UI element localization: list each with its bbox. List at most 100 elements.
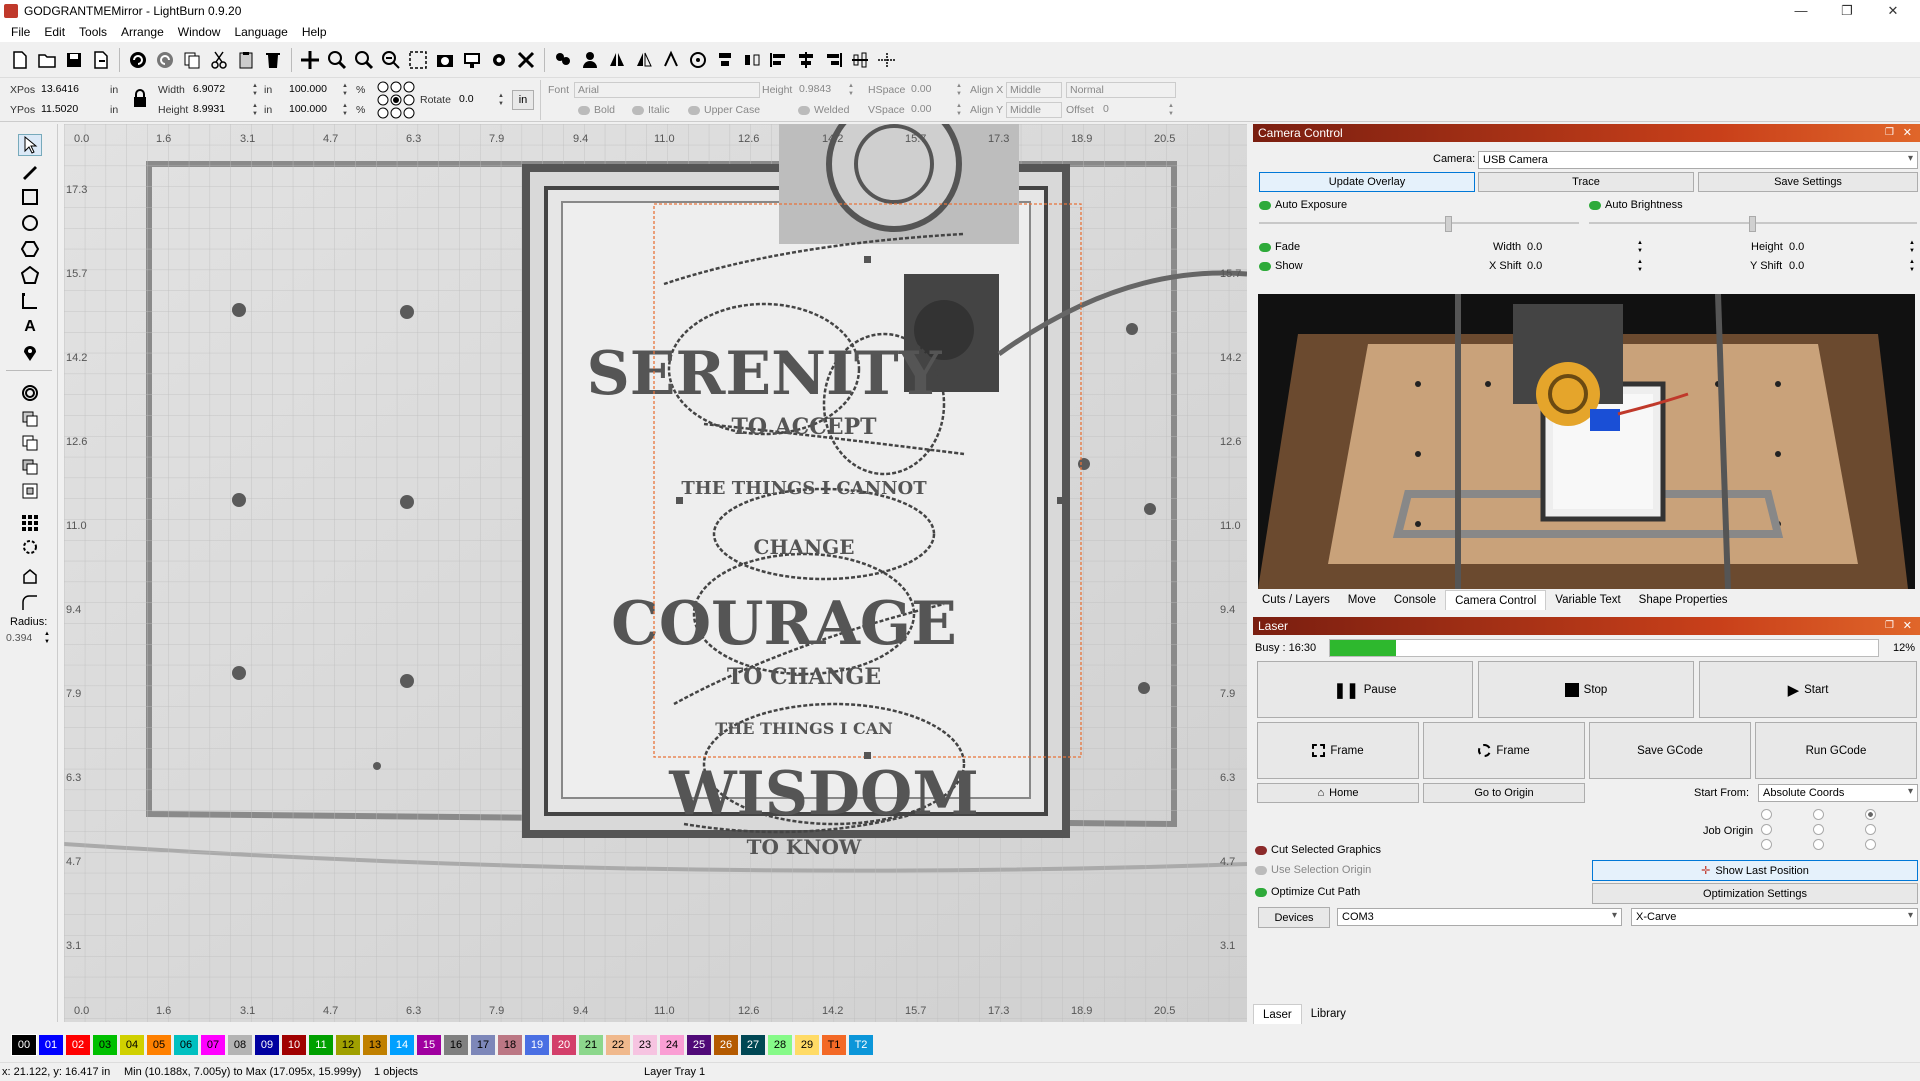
home-button[interactable]: ⌂ Home [1257,783,1419,803]
layer-swatch-13[interactable]: 13 [363,1035,387,1055]
zoom-out-icon[interactable] [352,48,376,72]
export-icon[interactable] [89,48,113,72]
hspace-spinner[interactable]: ▲ ▼ [954,82,964,98]
distribute-horizontal-icon[interactable] [875,48,899,72]
layer-swatch-24[interactable]: 24 [660,1035,684,1055]
layer-swatch-18[interactable]: 18 [498,1035,522,1055]
origin-radio-ml[interactable] [1761,824,1772,835]
flip-horizontal-icon[interactable] [605,48,629,72]
menu-window[interactable]: Window [171,25,228,39]
auto-brightness-toggle[interactable]: Auto Brightness [1589,199,1683,211]
vspace-spinner[interactable]: ▲ ▼ [954,102,964,118]
cut-selected-toggle[interactable]: Cut Selected Graphics [1255,844,1381,856]
layer-swatch-05[interactable]: 05 [147,1035,171,1055]
run-gcode-button[interactable]: Run GCode [1755,722,1917,779]
layer-swatch-27[interactable]: 27 [741,1035,765,1055]
layer-swatch-11[interactable]: 11 [309,1035,333,1055]
tab-shape-properties[interactable]: Shape Properties [1630,590,1737,610]
trace-button[interactable]: Trace [1478,172,1694,192]
show-last-position-button[interactable]: ✛ Show Last Position [1592,860,1918,881]
layer-swatch-08[interactable]: 08 [228,1035,252,1055]
exposure-slider[interactable] [1259,222,1579,224]
tabs-tool-icon[interactable] [18,566,42,588]
radius-spinner[interactable]: ▲ ▼ [44,630,50,646]
auto-exposure-toggle[interactable]: Auto Exposure [1259,199,1347,211]
font-select[interactable]: Arial [574,82,760,98]
height-spinner[interactable]: ▲ ▼ [250,102,260,118]
offset-input[interactable]: 0 [1100,102,1166,118]
overlay-height-spinner[interactable]: ▲ ▼ [1909,239,1915,255]
port-select[interactable]: COM3 [1337,908,1622,926]
tab-camera-control[interactable]: Camera Control [1445,590,1547,610]
upper-case-toggle[interactable]: Upper Case [688,104,760,116]
boolean-subtract-icon[interactable] [18,456,42,478]
scale-width-spinner[interactable]: ▲ ▼ [340,82,350,98]
save-icon[interactable] [62,48,86,72]
frame-button[interactable]: Frame [1257,722,1419,779]
undo-icon[interactable] [126,48,150,72]
weld-tool-icon[interactable] [18,408,42,430]
update-overlay-button[interactable]: Update Overlay [1259,172,1475,192]
close-window-button[interactable]: ✕ [1870,0,1916,22]
layer-swatch-04[interactable]: 04 [120,1035,144,1055]
layer-swatch-06[interactable]: 06 [174,1035,198,1055]
align-middle-icon[interactable] [848,48,872,72]
align-y-select[interactable]: Middle [1006,102,1062,118]
layer-swatch-07[interactable]: 07 [201,1035,225,1055]
menu-tools[interactable]: Tools [72,25,114,39]
font-height-spinner[interactable]: ▲ ▼ [846,82,856,98]
redo-icon[interactable] [153,48,177,72]
exposure-slider-handle[interactable] [1445,216,1452,232]
layer-swatch-17[interactable]: 17 [471,1035,495,1055]
font-height-input[interactable]: 0.9843 [796,82,846,98]
layer-swatch-T1[interactable]: T1 [822,1035,846,1055]
mirror-icon[interactable] [632,48,656,72]
rectangle-tool-icon[interactable] [18,186,42,208]
layer-swatch-00[interactable]: 00 [11,1034,37,1056]
edit-nodes-icon[interactable] [18,290,42,312]
tab-console[interactable]: Console [1385,590,1445,610]
layer-swatch-15[interactable]: 15 [417,1035,441,1055]
xpos-input[interactable]: 13.6416 [38,82,106,98]
minimize-button[interactable]: — [1778,0,1824,22]
scale-height-input[interactable]: 100.000 [286,102,338,118]
tab-move[interactable]: Move [1339,590,1385,610]
layer-swatch-28[interactable]: 28 [768,1035,792,1055]
save-camera-settings-button[interactable]: Save Settings [1698,172,1918,192]
settings-gear-icon[interactable] [487,48,511,72]
rotate-input[interactable]: 0.0 [456,92,494,108]
offset-spinner[interactable]: ▲ ▼ [1166,102,1176,118]
menu-language[interactable]: Language [227,25,294,39]
draw-lines-icon[interactable] [18,160,42,182]
tab-variable-text[interactable]: Variable Text [1546,590,1629,610]
lock-aspect-icon[interactable] [132,88,148,108]
boolean-intersect-icon[interactable] [18,480,42,502]
move-icon[interactable] [298,48,322,72]
tab-laser[interactable]: Laser [1253,1004,1302,1024]
position-laser-icon[interactable] [18,342,42,364]
layer-swatch-14[interactable]: 14 [390,1035,414,1055]
origin-radio-tr[interactable] [1865,809,1876,820]
corner-radius-icon[interactable] [18,592,42,614]
layer-swatch-T2[interactable]: T2 [849,1035,873,1055]
align-right-icon[interactable] [821,48,845,72]
paste-icon[interactable] [234,48,258,72]
layer-swatch-19[interactable]: 19 [525,1035,549,1055]
float-panel-icon[interactable]: ❐ [1885,124,1894,142]
origin-radio-tl[interactable] [1761,809,1772,820]
overlay-height-input[interactable]: 0.0 [1789,241,1804,253]
ellipse-tool-icon[interactable] [18,212,42,234]
new-file-icon[interactable] [8,48,32,72]
x-shift-spinner[interactable]: ▲ ▼ [1637,258,1643,274]
circular-array-icon[interactable] [18,536,42,558]
layer-swatch-01[interactable]: 01 [39,1035,63,1055]
italic-toggle[interactable]: Italic [632,104,670,116]
text-tool-icon[interactable]: A [18,316,42,338]
layer-swatch-02[interactable]: 02 [66,1035,90,1055]
workspace-canvas[interactable]: SERENITY TO ACCEPT THE THINGS I CANNOT C… [64,124,1247,1022]
y-shift-input[interactable]: 0.0 [1789,260,1804,272]
layer-swatch-10[interactable]: 10 [282,1035,306,1055]
scale-height-spinner[interactable]: ▲ ▼ [340,102,350,118]
origin-radio-mc[interactable] [1813,824,1824,835]
select-tool-icon[interactable] [18,134,42,156]
